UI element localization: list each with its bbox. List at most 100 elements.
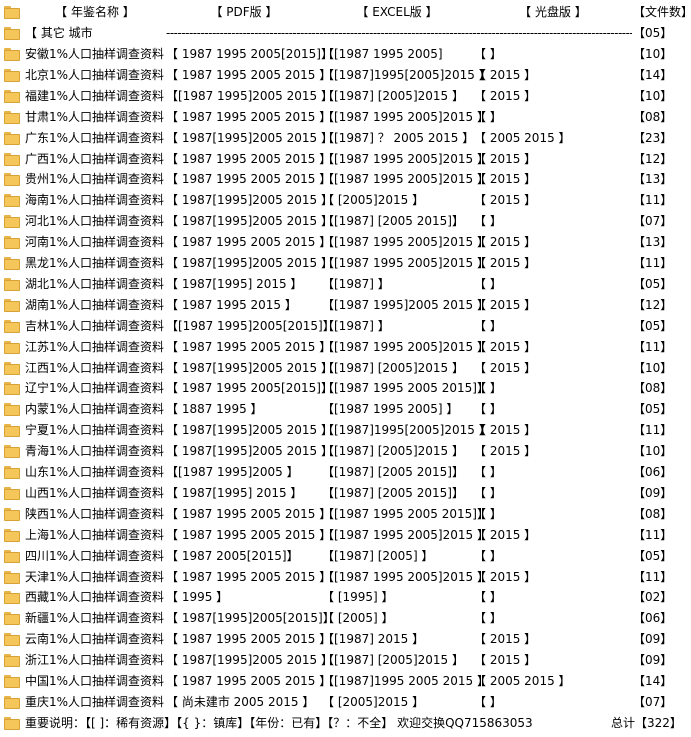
- item-excel-years: 【[1987] 2015 】: [322, 632, 425, 647]
- list-item[interactable]: 陕西1%人口抽样调查资料【 1987 1995 2005 2015 】【[198…: [0, 504, 691, 525]
- item-file-count: 【09】: [633, 485, 673, 500]
- item-cd-years: 【 2015 】: [474, 67, 537, 82]
- header-name: 【 年鉴名称 】: [55, 5, 135, 19]
- item-file-count: 【05】: [633, 548, 673, 563]
- item-pdf-years: 【[1987 1995]2005 2015 】: [166, 88, 333, 103]
- item-name: 吉林1%人口抽样调查资料: [25, 318, 165, 333]
- city-folder-name: 【 其它 城市: [25, 26, 93, 40]
- folder-icon: [4, 173, 20, 187]
- item-cd-years: 【 2015 】: [474, 151, 537, 166]
- list-item[interactable]: 安徽1%人口抽样调查资料【 1987 1995 2005[2015]】 【[198…: [0, 44, 691, 65]
- list-item[interactable]: 江西1%人口抽样调查资料【 1987[1995]2005 2015 】【[198…: [0, 358, 691, 379]
- item-pdf-years: 【 1987 1995 2005 2015 】: [166, 674, 332, 688]
- item-pdf-years: 【 1987 1995 2005 2015 】: [166, 632, 332, 647]
- list-item[interactable]: 吉林1%人口抽样调查资料 【[1987 1995]2005[2015]】 【[198…: [0, 316, 691, 337]
- item-pdf-years: 【 1987[1995]2005 2015 】: [166, 444, 333, 459]
- list-item[interactable]: 河北1%人口抽样调查资料【 1987[1995]2005 2015 】【[198…: [0, 211, 691, 232]
- folder-icon: [4, 319, 20, 333]
- folder-icon: [4, 633, 20, 647]
- list-item[interactable]: 中国1%人口抽样调查资料【 1987 1995 2005 2015 】【[198…: [0, 671, 691, 692]
- folder-icon: [4, 89, 20, 103]
- list-item[interactable]: 重庆1%人口抽样调查资料【 尚未建市 2005 2015 】【 [2005]20…: [0, 692, 691, 713]
- list-item[interactable]: 河南1%人口抽样调查资料【 1987 1995 2005 2015 】【[198…: [0, 232, 691, 253]
- header-count: 【文件数】: [633, 5, 691, 19]
- list-item[interactable]: 黑龙1%人口抽样调查资料【 1987[1995]2005 2015 】【[198…: [0, 253, 691, 274]
- item-file-count: 【14】: [633, 674, 673, 688]
- list-item[interactable]: 广东1%人口抽样调查资料【 1987[1995]2005 2015 】【[198…: [0, 128, 691, 149]
- list-item[interactable]: 山西1%人口抽样调查资料【 1987[1995] 2015 】 【[1987] […: [0, 483, 691, 504]
- list-item[interactable]: 辽宁1%人口抽样调查资料【 1987 1995 2005[2015]】 【[198…: [0, 378, 691, 399]
- item-name: 辽宁1%人口抽样调查资料: [25, 381, 165, 396]
- list-item[interactable]: 宁夏1%人口抽样调查资料【 1987[1995]2005 2015 】【[198…: [0, 420, 691, 441]
- item-name: 云南1%人口抽样调查资料: [25, 632, 165, 647]
- item-cd-years: 【 】: [474, 47, 502, 61]
- list-item[interactable]: 湖南1%人口抽样调查资料【 1987 1995 2015 】 【[1987 199…: [0, 295, 691, 316]
- item-cd-years: 【 】: [474, 506, 502, 521]
- list-item[interactable]: 青海1%人口抽样调查资料【 1987[1995]2005 2015 】【[198…: [0, 441, 691, 462]
- list-item[interactable]: 内蒙1%人口抽样调查资料【 1887 1995 】 【[1987 1995 200…: [0, 399, 691, 420]
- item-pdf-years: 【 1987 2005[2015]】: [166, 548, 299, 563]
- item-pdf-years: 【 1987[1995]2005[2015]】: [166, 611, 335, 626]
- list-item[interactable]: 广西1%人口抽样调查资料【 1987 1995 2005 2015 】【[198…: [0, 149, 691, 170]
- item-pdf-years: 【 1987[1995]2005 2015 】: [166, 214, 333, 229]
- item-cd-years: 【 2015 】: [474, 653, 537, 668]
- item-excel-years: 【 [2005] 】: [322, 611, 394, 626]
- item-excel-years: 【[1987 1995 2005]2015 】: [322, 339, 489, 354]
- item-name: 海南1%人口抽样调查资料: [25, 193, 165, 208]
- item-name: 江西1%人口抽样调查资料: [25, 360, 165, 375]
- item-cd-years: 【 】: [474, 402, 502, 417]
- item-cd-years: 【 】: [474, 611, 502, 626]
- item-pdf-years: 【 1987 1995 2005[2015]】: [166, 47, 333, 61]
- folder-icon: [4, 612, 20, 626]
- list-item[interactable]: 江苏1%人口抽样调查资料【 1987 1995 2005 2015 】【[198…: [0, 337, 691, 358]
- item-name: 安徽1%人口抽样调查资料: [25, 47, 165, 61]
- folder-icon: [4, 152, 20, 166]
- list-item[interactable]: 贵州1%人口抽样调查资料【 1987 1995 2005 2015 】【[198…: [0, 169, 691, 190]
- item-name: 上海1%人口抽样调查资料: [25, 527, 165, 542]
- list-item[interactable]: 天津1%人口抽样调查资料【 1987 1995 2005 2015 】【[198…: [0, 567, 691, 588]
- list-item[interactable]: 上海1%人口抽样调查资料【 1987 1995 2005 2015 】【[198…: [0, 525, 691, 546]
- list-item[interactable]: 北京1%人口抽样调查资料【 1987 1995 2005 2015 】【[198…: [0, 65, 691, 86]
- item-file-count: 【11】: [633, 193, 673, 208]
- item-cd-years: 【 】: [474, 276, 502, 291]
- item-pdf-years: 【 1987[1995] 2015 】: [166, 485, 303, 500]
- folder-icon: [4, 675, 20, 688]
- item-name: 广西1%人口抽样调查资料: [25, 151, 165, 166]
- item-cd-years: 【 】: [474, 694, 502, 709]
- item-file-count: 【02】: [633, 590, 673, 605]
- item-file-count: 【14】: [633, 67, 673, 82]
- folder-icon: [4, 131, 20, 145]
- item-excel-years: 【[1987] [2005]2015 】: [322, 88, 464, 103]
- list-item[interactable]: 西藏1%人口抽样调查资料【 1995 】 【 [1995] 】 【 】 【02】: [0, 587, 691, 608]
- list-item[interactable]: 四川1%人口抽样调查资料【 1987 2005[2015]】 【[1987] [2…: [0, 546, 691, 567]
- list-item[interactable]: 湖北1%人口抽样调查资料【 1987[1995] 2015 】 【[1987] 】…: [0, 274, 691, 295]
- item-pdf-years: 【 1987[1995]2005 2015 】: [166, 256, 333, 270]
- item-file-count: 【13】: [633, 172, 673, 187]
- item-pdf-years: 【 1987 1995 2005 2015 】: [166, 151, 332, 166]
- list-item[interactable]: 云南1%人口抽样调查资料【 1987 1995 2005 2015 】【[198…: [0, 629, 691, 650]
- item-excel-years: 【[1987 1995 2005]2015 】: [322, 256, 489, 270]
- item-cd-years: 【 2015 】: [474, 256, 537, 270]
- item-pdf-years: 【 1987 1995 2005 2015 】: [166, 172, 332, 187]
- item-file-count: 【12】: [633, 151, 673, 166]
- list-item[interactable]: 浙江1%人口抽样调查资料【 1987[1995]2005 2015 】【[198…: [0, 650, 691, 671]
- item-file-count: 【08】: [633, 381, 673, 396]
- item-pdf-years: 【 1995 】: [166, 590, 229, 605]
- item-file-count: 【05】: [633, 276, 673, 291]
- list-item[interactable]: 福建1%人口抽样调查资料 【[1987 1995]2005 2015 】【[198…: [0, 86, 691, 107]
- folder-icon: [4, 570, 20, 584]
- item-cd-years: 【 】: [474, 465, 502, 479]
- item-excel-years: 【[1987] [2005]2015 】: [322, 360, 464, 375]
- list-item[interactable]: 山东1%人口抽样调查资料 【[1987 1995]2005 】 【[1987] [2…: [0, 462, 691, 483]
- item-excel-years: 【[1987 1995 2005]: [322, 47, 443, 61]
- item-excel-years: 【[1987 1995 2005 2015]】: [322, 506, 489, 521]
- list-item[interactable]: 海南1%人口抽样调查资料【 1987[1995]2005 2015 】【 [20…: [0, 190, 691, 211]
- list-item[interactable]: 甘肃1%人口抽样调查资料【 1987 1995 2005 2015 】【[198…: [0, 107, 691, 128]
- item-file-count: 【05】: [633, 402, 673, 417]
- city-folder-row[interactable]: 【 其它 城市 --------------------------------…: [0, 23, 691, 44]
- list-item[interactable]: 新疆1%人口抽样调查资料【 1987[1995]2005[2015]】【 [20…: [0, 608, 691, 629]
- item-name: 新疆1%人口抽样调查资料: [25, 611, 165, 626]
- item-file-count: 【07】: [633, 214, 673, 229]
- item-file-count: 【09】: [633, 653, 673, 668]
- item-cd-years: 【 】: [474, 318, 502, 333]
